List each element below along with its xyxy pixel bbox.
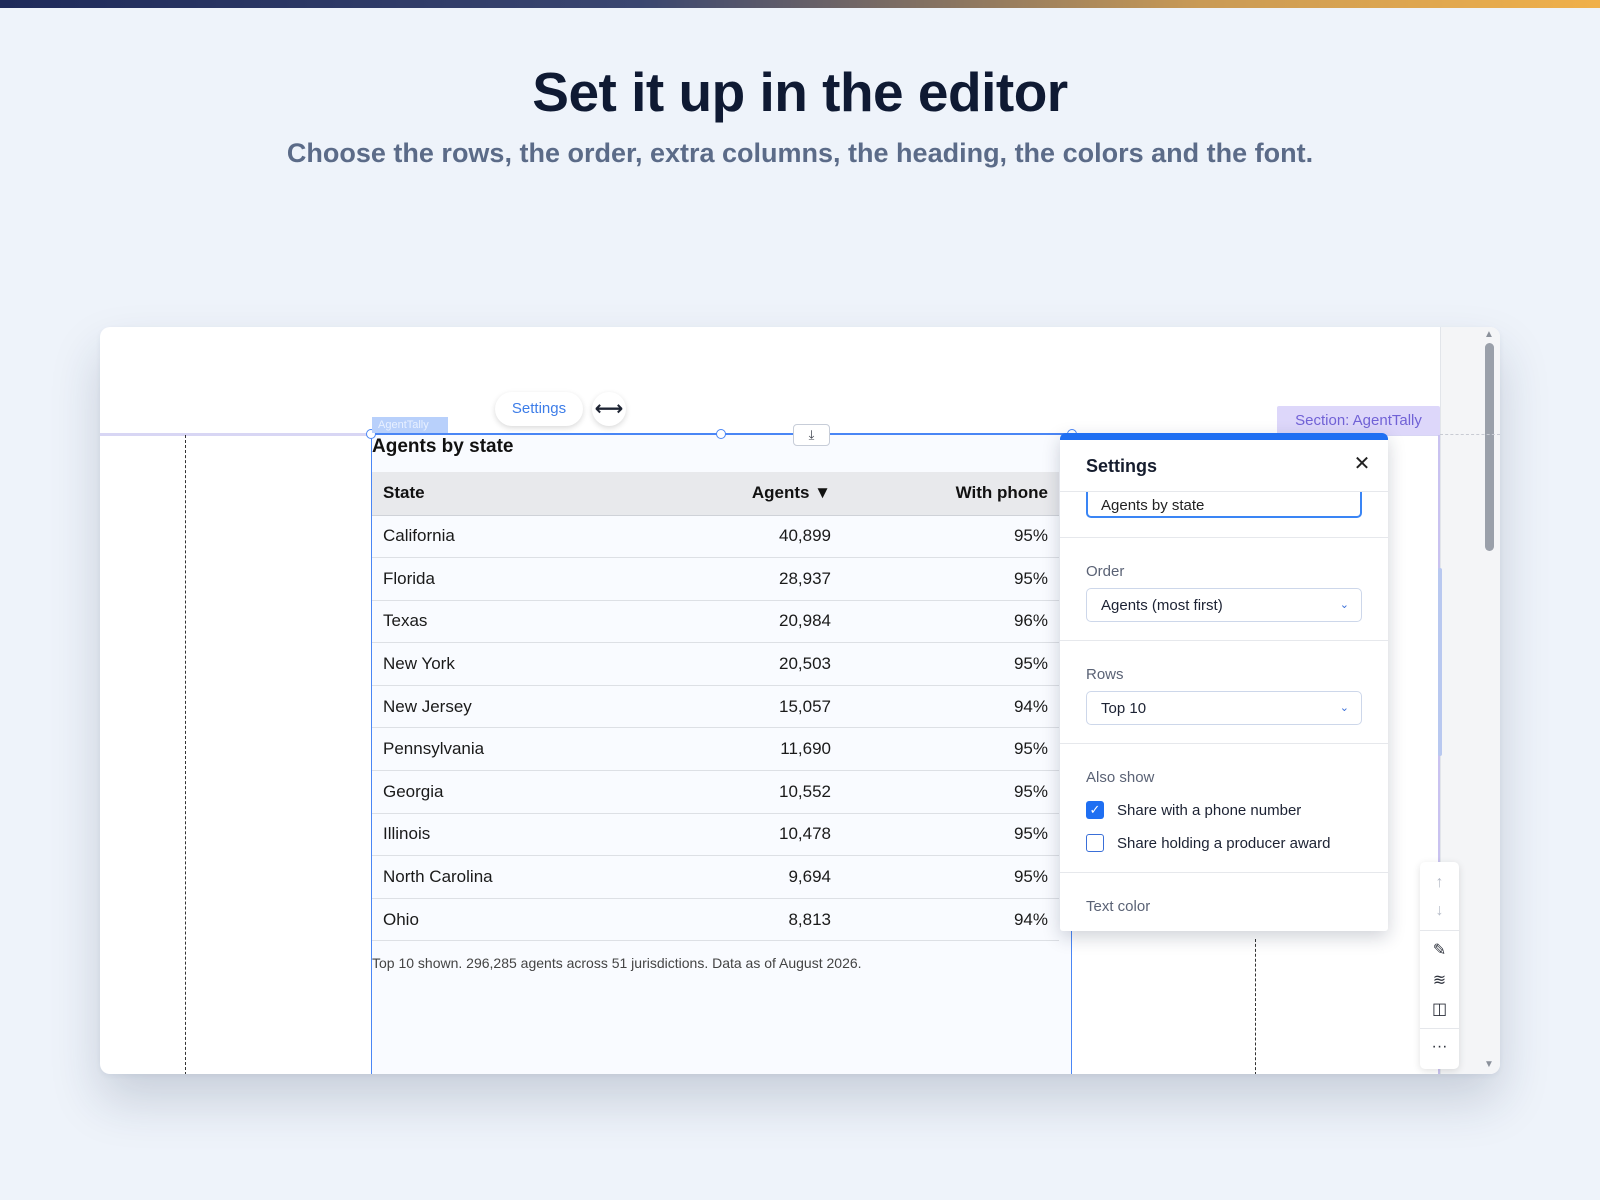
checkbox-checked[interactable]: ✓ bbox=[1086, 801, 1104, 819]
cell-agents: 9,694 bbox=[702, 855, 842, 899]
settings-panel-scrollbar[interactable] bbox=[1438, 568, 1442, 756]
column-header-with-phone[interactable]: With phone bbox=[842, 472, 1059, 516]
top-accent-bar bbox=[0, 0, 1600, 8]
chevron-down-icon: ⌄ bbox=[1339, 702, 1349, 714]
cell-with-phone: 95% bbox=[842, 642, 1059, 686]
close-icon[interactable]: ✕ bbox=[1350, 452, 1374, 476]
cell-state: Ohio bbox=[372, 898, 702, 942]
layout-icon[interactable]: ◫ bbox=[1420, 997, 1459, 1023]
editor-scrollbar[interactable] bbox=[1485, 343, 1494, 551]
cell-agents: 15,057 bbox=[702, 685, 842, 729]
text-color-label: Text color bbox=[1086, 898, 1151, 915]
cell-state: Georgia bbox=[372, 770, 702, 814]
scroll-up-arrow-icon[interactable]: ▲ bbox=[1482, 329, 1496, 341]
cell-state: New Jersey bbox=[372, 685, 702, 729]
cell-with-phone: 96% bbox=[842, 600, 1059, 644]
cell-with-phone: 95% bbox=[842, 855, 1059, 899]
rows-label: Rows bbox=[1086, 666, 1124, 683]
settings-panel-body[interactable]: Order Agents (most first) ⌄ Rows Top 10 … bbox=[1060, 492, 1388, 931]
divider bbox=[1060, 743, 1388, 744]
table-row: Georgia 10,552 95% bbox=[372, 770, 1059, 814]
cell-state: California bbox=[372, 515, 702, 559]
more-icon[interactable]: ··· bbox=[1420, 1034, 1459, 1060]
column-header-agents[interactable]: Agents ▼ bbox=[702, 472, 842, 516]
vertical-toolbar: ↑ ↓ ✎ ≋ ◫ ··· bbox=[1420, 862, 1459, 1069]
rows-select[interactable]: Top 10 ⌄ bbox=[1086, 691, 1362, 725]
table-row: North Carolina 9,694 95% bbox=[372, 855, 1059, 899]
layers-icon[interactable]: ≋ bbox=[1420, 968, 1459, 994]
move-down-icon[interactable]: ↓ bbox=[1420, 898, 1459, 924]
cell-agents: 40,899 bbox=[702, 515, 842, 559]
settings-panel: Settings ✕ Order Agents (most first) ⌄ R… bbox=[1060, 433, 1388, 931]
gridline-right bbox=[1255, 939, 1256, 1074]
settings-panel-title: Settings bbox=[1086, 456, 1158, 476]
settings-panel-header: Settings ✕ bbox=[1060, 440, 1388, 492]
cell-agents: 10,552 bbox=[702, 770, 842, 814]
order-select[interactable]: Agents (most first) ⌄ bbox=[1086, 588, 1362, 622]
cell-state: Pennsylvania bbox=[372, 727, 702, 772]
option-label: Share with a phone number bbox=[1117, 802, 1302, 819]
cell-with-phone: 94% bbox=[842, 898, 1059, 942]
table-footnote: Top 10 shown. 296,285 agents across 51 j… bbox=[372, 955, 862, 971]
cell-with-phone: 95% bbox=[842, 557, 1059, 601]
cell-agents: 20,503 bbox=[702, 642, 842, 686]
stretch-icon[interactable]: ⟷ bbox=[592, 392, 626, 426]
table-heading: Agents by state bbox=[372, 436, 514, 457]
table-row: New York 20,503 95% bbox=[372, 642, 1059, 686]
divider bbox=[1060, 872, 1388, 873]
pen-icon[interactable]: ✎ bbox=[1420, 938, 1459, 964]
divider bbox=[1420, 1028, 1459, 1029]
cell-agents: 28,937 bbox=[702, 557, 842, 601]
section-tag[interactable]: Section: AgentTally bbox=[1277, 406, 1440, 435]
cell-agents: 20,984 bbox=[702, 600, 842, 644]
cell-agents: 10,478 bbox=[702, 813, 842, 857]
cell-agents: 11,690 bbox=[702, 727, 842, 772]
section-guide-line bbox=[1440, 434, 1500, 435]
table-row: Texas 20,984 96% bbox=[372, 600, 1059, 644]
table-row: New Jersey 15,057 94% bbox=[372, 685, 1059, 729]
page-title: Set it up in the editor bbox=[532, 61, 1068, 123]
divider bbox=[1060, 537, 1388, 538]
table-row: Pennsylvania 11,690 95% bbox=[372, 727, 1059, 772]
download-icon[interactable]: ⤓ bbox=[793, 424, 830, 446]
gridline-left bbox=[185, 435, 186, 1074]
cell-state: New York bbox=[372, 642, 702, 686]
table-row: Illinois 10,478 95% bbox=[372, 813, 1059, 857]
cell-agents: 8,813 bbox=[702, 898, 842, 942]
cell-with-phone: 95% bbox=[842, 770, 1059, 814]
move-up-icon[interactable]: ↑ bbox=[1420, 870, 1459, 896]
cell-state: Texas bbox=[372, 600, 702, 644]
divider bbox=[1420, 930, 1459, 931]
chevron-down-icon: ⌄ bbox=[1339, 599, 1349, 611]
table-header-row: State Agents ▼ With phone bbox=[372, 472, 1059, 516]
option-label: Share holding a producer award bbox=[1117, 835, 1331, 852]
also-show-label: Also show bbox=[1086, 769, 1155, 786]
cell-with-phone: 95% bbox=[842, 515, 1059, 559]
divider bbox=[1060, 640, 1388, 641]
cell-with-phone: 94% bbox=[842, 685, 1059, 729]
cell-state: Florida bbox=[372, 557, 702, 601]
scroll-down-arrow-icon[interactable]: ▼ bbox=[1482, 1059, 1496, 1071]
cell-state: North Carolina bbox=[372, 855, 702, 899]
heading-input[interactable] bbox=[1086, 492, 1362, 518]
cell-state: Illinois bbox=[372, 813, 702, 857]
editor-window: ▲ ▼ Section: AgentTally AgentTally Setti… bbox=[100, 327, 1500, 1074]
widget-name-tag: AgentTally bbox=[372, 417, 448, 433]
table-row: California 40,899 95% bbox=[372, 515, 1059, 559]
agents-table: State Agents ▼ With phone California 40,8… bbox=[372, 472, 1059, 942]
table-row: Florida 28,937 95% bbox=[372, 557, 1059, 601]
checkbox-unchecked[interactable] bbox=[1086, 834, 1104, 852]
column-header-state[interactable]: State bbox=[372, 472, 702, 516]
cell-with-phone: 95% bbox=[842, 813, 1059, 857]
cell-with-phone: 95% bbox=[842, 727, 1059, 772]
order-label: Order bbox=[1086, 563, 1125, 580]
page-subtitle: Choose the rows, the order, extra column… bbox=[286, 138, 1314, 168]
resize-handle-top-middle[interactable] bbox=[716, 429, 726, 439]
order-select-value: Agents (most first) bbox=[1101, 597, 1223, 614]
table-row: Ohio 8,813 94% bbox=[372, 898, 1059, 942]
rows-select-value: Top 10 bbox=[1101, 700, 1147, 717]
settings-button[interactable]: Settings bbox=[495, 392, 583, 426]
